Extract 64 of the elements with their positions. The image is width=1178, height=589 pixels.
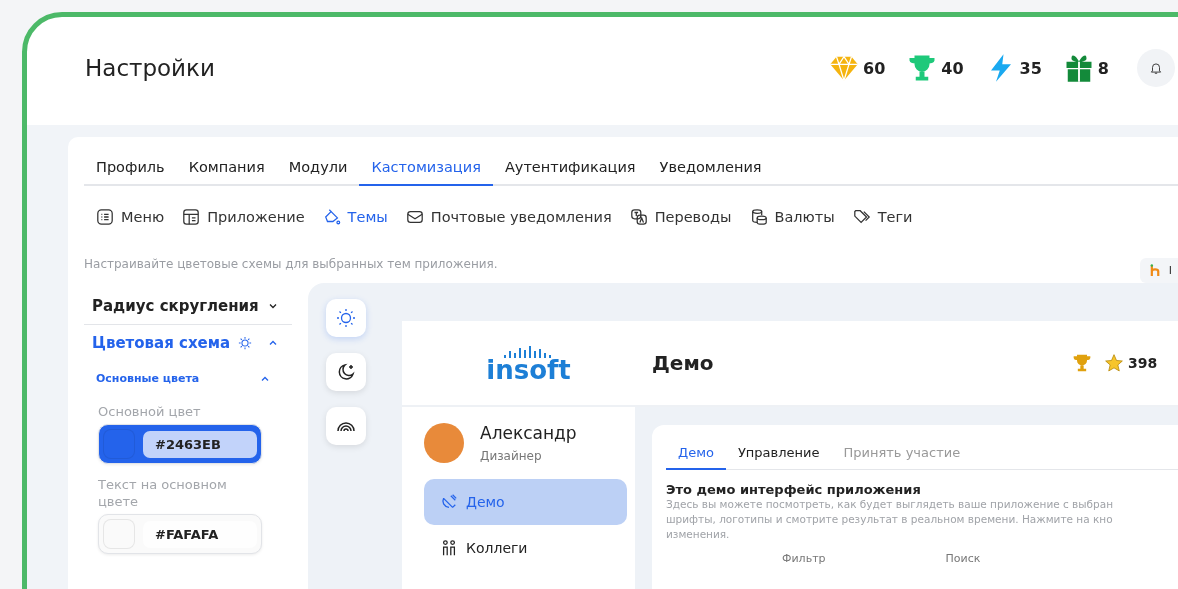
people-icon	[440, 539, 458, 557]
section-header[interactable]: Цветовая схема	[84, 328, 292, 358]
demo-description: Здесь вы можете посмотреть, как будет выглядеть ваше приложение с выбран шрифты, логотипы и смотрите результат в реальном времени. Нажмите на кно изменения.	[666, 497, 1115, 542]
preview-title: Демо	[652, 351, 715, 375]
subtab[interactable]: Меню	[90, 206, 171, 228]
field-label: Основной цвет	[98, 403, 202, 420]
subtab[interactable]: Валюты	[743, 206, 841, 228]
subtab[interactable]: Почтовые уведомления	[399, 206, 618, 228]
subtab[interactable]: Приложение	[176, 206, 311, 228]
logo-text: insoft	[486, 359, 571, 381]
tab[interactable]: Уведомления	[647, 151, 774, 186]
tab[interactable]: Аутентификация	[492, 151, 648, 186]
list-icon	[96, 208, 114, 226]
color-value: #2463EB	[143, 430, 257, 458]
user-role: Дизайнер	[480, 449, 543, 463]
filter-label: Фильтр	[782, 552, 826, 565]
envelope-icon	[405, 208, 424, 226]
color-field[interactable]: #FAFAFA	[98, 514, 262, 554]
satellite-icon	[440, 493, 458, 511]
demo-heading: Это демо интерфейс приложения	[666, 482, 922, 497]
tab[interactable]: Профиль	[84, 151, 177, 186]
tab[interactable]: Управление	[725, 437, 832, 470]
user-name: Александр	[480, 423, 577, 443]
tab[interactable]: Кастомизация	[359, 151, 493, 186]
stat-count: 8	[1097, 58, 1109, 78]
trophy-icon	[907, 53, 938, 83]
bell-icon	[1149, 61, 1163, 75]
translate-icon	[629, 208, 648, 226]
subtab[interactable]: Переводы	[623, 206, 738, 228]
logo-icon	[1149, 264, 1161, 277]
stat-count: 40	[941, 58, 964, 78]
color-field[interactable]: #2463EB	[98, 424, 262, 464]
section-header[interactable]: Радиус скругления	[84, 291, 292, 321]
diamond-icon	[829, 53, 860, 83]
page-title: Настройки	[85, 55, 216, 83]
filter-label: Поиск	[945, 552, 981, 565]
sun-icon	[238, 336, 253, 350]
paint-bucket-icon	[322, 208, 341, 226]
star-icon	[1104, 353, 1124, 373]
stat-count: 60	[863, 58, 886, 78]
chip-label: I	[1168, 264, 1172, 277]
chevron-up-icon	[268, 338, 278, 348]
color-value: #FAFAFA	[143, 520, 257, 548]
coins-icon	[749, 208, 768, 226]
notifications-button[interactable]	[1137, 49, 1175, 87]
field-label: Текст на основном цвете	[98, 476, 228, 510]
tab[interactable]: Демо	[666, 437, 726, 470]
trophy-icon	[1072, 353, 1092, 373]
points-count: 398	[1128, 355, 1158, 371]
layout-icon	[182, 208, 201, 226]
dark-theme-button[interactable]	[326, 353, 366, 391]
tab[interactable]: Компания	[176, 151, 277, 186]
stat-count: 35	[1019, 58, 1042, 78]
nav-item[interactable]: Коллеги	[424, 525, 627, 571]
light-theme-button[interactable]	[326, 299, 366, 337]
group-header[interactable]: Основные цвета	[84, 358, 292, 397]
tag-icon	[852, 208, 871, 226]
rainbow-theme-button[interactable]	[326, 407, 366, 445]
chevron-down-icon	[268, 301, 278, 311]
avatar	[424, 423, 464, 463]
hint-text: Настраивайте цветовые схемы для выбранных тем приложения.	[84, 256, 499, 271]
subtab[interactable]: Теги	[846, 206, 919, 228]
subtab[interactable]: Темы	[316, 206, 394, 228]
tab[interactable]: Модули	[276, 151, 360, 186]
